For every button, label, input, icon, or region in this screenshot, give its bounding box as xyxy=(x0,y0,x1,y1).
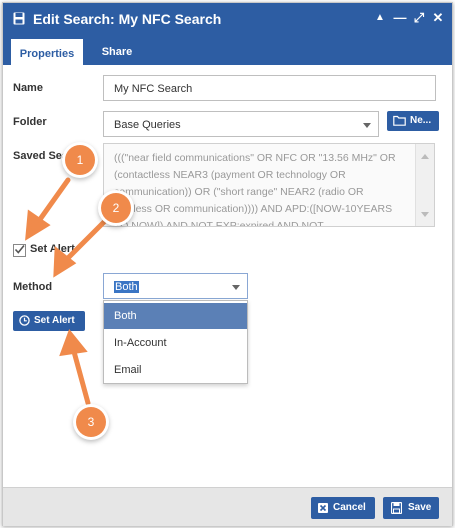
method-select-value: Both xyxy=(114,281,139,293)
scroll-up-icon xyxy=(421,154,429,159)
name-input-value: My NFC Search xyxy=(114,83,193,95)
edit-search-dialog: Edit Search: My NFC Search ▲ — ⤢ ✕ Prope… xyxy=(2,2,453,526)
folder-label: Folder xyxy=(13,116,47,128)
chevron-down-icon xyxy=(363,123,371,128)
method-label: Method xyxy=(13,281,53,293)
method-select[interactable]: Both xyxy=(103,273,248,299)
saved-search-textarea[interactable]: ((("near field communications" OR NFC OR… xyxy=(103,143,435,227)
clock-icon xyxy=(19,315,30,326)
close-icon xyxy=(318,503,328,513)
saved-search-text: ((("near field communications" OR NFC OR… xyxy=(114,152,396,227)
scroll-down-icon xyxy=(421,212,429,217)
save-button-label: Save xyxy=(408,502,432,513)
name-label: Name xyxy=(13,82,43,94)
name-input[interactable]: My NFC Search xyxy=(103,75,436,101)
dialog-footer: Cancel Save xyxy=(3,487,452,526)
close-button[interactable]: ✕ xyxy=(431,10,445,26)
save-button[interactable]: Save xyxy=(383,497,439,519)
new-folder-button[interactable]: Ne... xyxy=(387,111,439,131)
folder-icon xyxy=(393,115,406,126)
chevron-down-icon xyxy=(232,285,240,290)
dialog-titlebar[interactable]: Edit Search: My NFC Search ▲ — ⤢ ✕ xyxy=(3,3,452,35)
collapse-button[interactable]: ▲ xyxy=(373,10,387,26)
saved-search-scrollbar[interactable] xyxy=(415,144,434,226)
set-alert-button-label: Set Alert xyxy=(34,315,75,326)
save-icon xyxy=(391,502,402,514)
callout-1: 1 xyxy=(65,145,95,175)
set-alert-checkbox[interactable] xyxy=(13,244,26,257)
set-alert-button[interactable]: Set Alert xyxy=(13,311,85,331)
folder-select-value: Base Queries xyxy=(114,119,181,131)
set-alert-checkbox-label: Set Alert xyxy=(30,243,75,255)
method-option-in-account[interactable]: In-Account xyxy=(104,330,247,356)
tab-bar: Properties Share xyxy=(3,35,452,67)
tab-properties[interactable]: Properties xyxy=(11,39,83,67)
dialog-title: Edit Search: My NFC Search xyxy=(33,11,222,27)
cancel-button[interactable]: Cancel xyxy=(311,497,375,519)
callout-3: 3 xyxy=(76,407,106,437)
folder-select[interactable]: Base Queries xyxy=(103,111,379,137)
callout-2: 2 xyxy=(101,193,131,223)
checkmark-icon xyxy=(14,244,25,254)
saved-search-label: Saved Sea xyxy=(13,150,69,162)
method-dropdown: Both In-Account Email xyxy=(103,300,248,384)
minimize-button[interactable]: — xyxy=(393,10,407,26)
method-option-both[interactable]: Both xyxy=(104,303,247,329)
cancel-button-label: Cancel xyxy=(333,502,366,513)
new-folder-button-label: Ne... xyxy=(410,115,432,126)
maximize-button[interactable]: ⤢ xyxy=(412,10,426,26)
tab-share[interactable]: Share xyxy=(91,39,143,65)
save-icon xyxy=(13,12,25,25)
method-option-email[interactable]: Email xyxy=(104,357,247,383)
